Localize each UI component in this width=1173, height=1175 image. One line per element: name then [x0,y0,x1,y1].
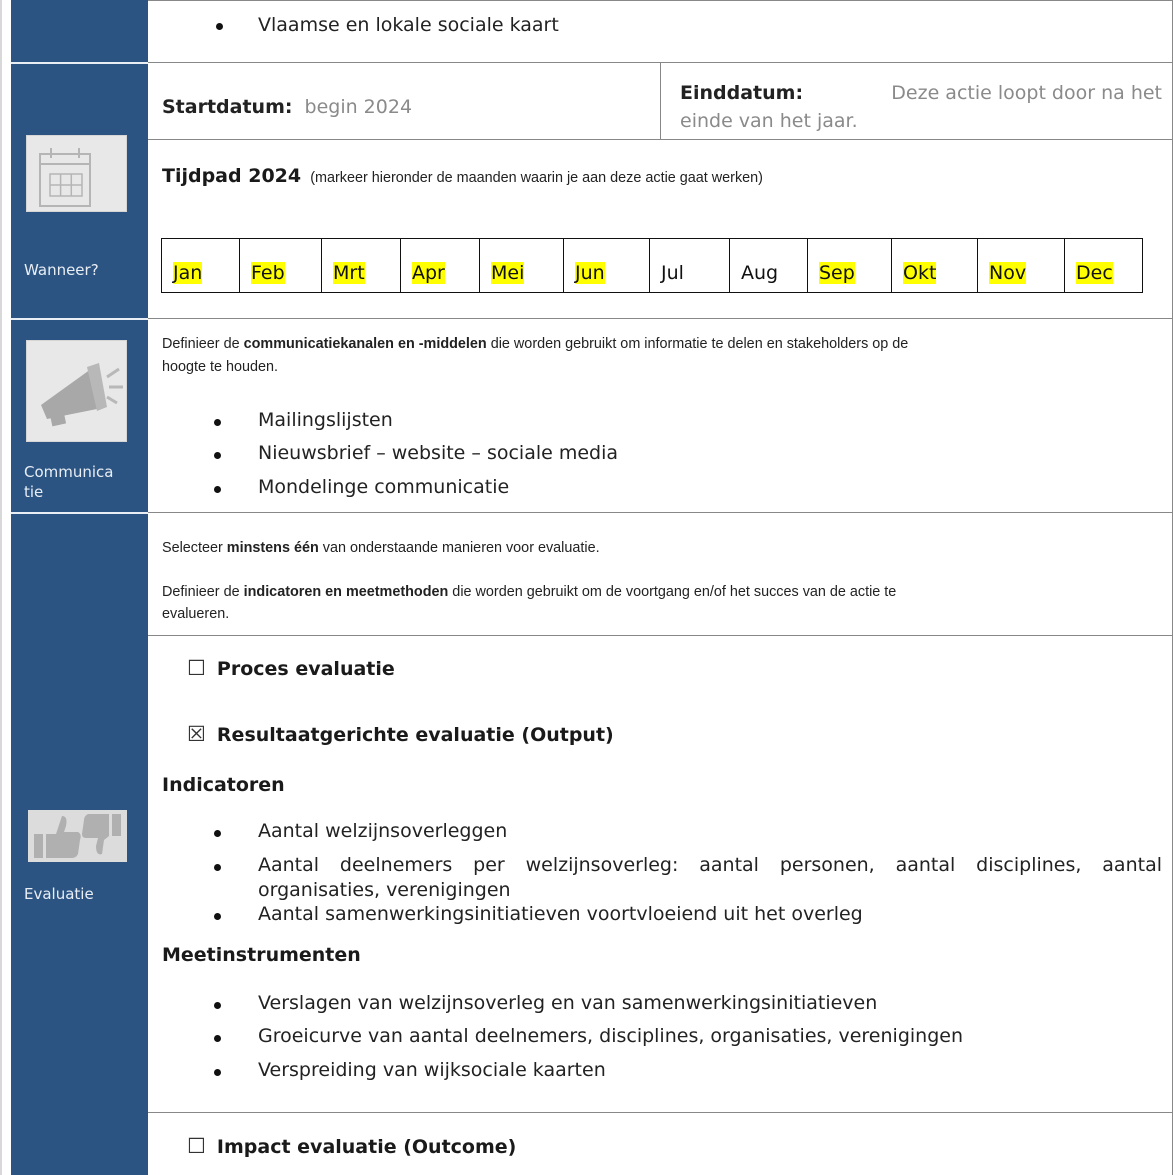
intro-bold: communicatiekanalen en -middelen [243,336,487,352]
indicator-item: Aantal samenwerkingsinitiatieven voortvl… [258,903,863,925]
row-border [148,318,1173,319]
bullet-dot [216,23,223,30]
bullet-dot [214,830,221,837]
proces-evaluatie-option[interactable]: ☐ Proces evaluatie [187,656,395,680]
evaluatie-define-text: Definieer de indicatoren en meetmethoden… [162,584,896,600]
end-date: Einddatum: Deze actie loopt door na het [680,82,1162,104]
month-cell-okt[interactable]: Okt [892,239,978,292]
select-bold: minstens één [226,540,319,556]
bullet-dot [214,419,221,426]
month-cell-nov[interactable]: Nov [978,239,1065,292]
communicatie-bullet: Nieuwsbrief – website – sociale media [258,442,619,464]
timeline-subtitle: (markeer hieronder de maanden waarin je … [310,170,763,186]
month-label: Jul [661,262,684,284]
sidebar-label-communicatie-line2: tie [24,483,44,501]
row-border [148,635,1173,636]
indicatoren-heading: Indicatoren [162,774,285,796]
date-divider [660,62,661,139]
meetinstrumenten-heading: Meetinstrumenten [162,944,361,966]
calendar-icon [26,135,127,212]
bullet-dot [214,864,221,871]
resultaat-evaluatie-option[interactable]: ☒ Resultaatgerichte evaluatie (Output) [187,722,614,746]
intro-text: die worden gebruikt om informatie te del… [486,336,909,352]
month-cell-sep[interactable]: Sep [808,239,892,292]
row-border [148,1112,1173,1113]
row-border [148,139,1173,140]
bullet-dot [214,1069,221,1076]
indicator-item: Aantal deelnemers per welzijnsoverleg: a… [258,854,1162,876]
select-text: van onderstaande manieren voor evaluatie… [318,540,600,556]
evaluatie-select-text: Selecteer minstens één van onderstaande … [162,540,600,556]
bullet-dot [214,913,221,920]
month-cell-jan[interactable]: Jan [162,239,240,292]
timeline-heading: Tijdpad 2024 (markeer hieronder de maand… [162,165,763,187]
communicatie-bullet: Mondelinge communicatie [258,476,510,498]
row-border [148,0,1173,1]
bullet-dot [214,1035,221,1042]
end-date-value-line2: einde van het jaar. [680,110,858,132]
bullet-dot [214,486,221,493]
select-text: Selecteer [162,540,227,556]
meetinstrument-item: Groeicurve van aantal deelnemers, discip… [258,1025,963,1047]
month-cell-jun[interactable]: Jun [564,239,650,292]
communicatie-intro: Definieer de communicatiekanalen en -mid… [162,336,908,352]
megaphone-icon [26,340,127,442]
timeline-title: Tijdpad 2024 [162,165,302,187]
evaluatie-define-line2: evalueren. [162,606,230,622]
resultaat-evaluatie-label: Resultaatgerichte evaluatie (Output) [216,724,614,746]
month-label: Nov [989,262,1027,284]
communicatie-bullet: Mailingslijsten [258,409,393,431]
month-label: Sep [819,262,855,284]
sidebar-separator [11,318,148,320]
sidebar-separator [11,62,148,64]
define-text: Definieer de [162,584,244,600]
month-label: Dec [1076,262,1113,284]
month-cell-aug[interactable]: Aug [730,239,808,292]
bullet-dot [214,452,221,459]
checkbox-unchecked-icon[interactable]: ☐ [187,1134,206,1158]
month-label: Apr [412,262,445,284]
page-edge [0,0,2,1175]
month-cell-feb[interactable]: Feb [240,239,322,292]
checkbox-unchecked-icon[interactable]: ☐ [187,656,206,680]
meetinstrument-item: Verspreiding van wijksociale kaarten [258,1059,606,1081]
start-date: Startdatum: begin 2024 [162,96,412,118]
month-label: Aug [741,262,779,284]
month-table: Jan Feb Mrt Apr Mei Jun Jul Aug Sep Okt … [161,238,1143,293]
top-bullet-text: Vlaamse en lokale sociale kaart [258,14,559,36]
indicator-item: Aantal welzijnsoverleggen [258,820,508,842]
start-date-label: Startdatum: [162,96,293,118]
bullet-dot [214,1002,221,1009]
month-cell-jul[interactable]: Jul [650,239,730,292]
thumbs-up-down-icon [26,810,127,862]
month-label: Jan [173,262,203,284]
checkbox-checked-icon[interactable]: ☒ [187,722,206,746]
row-border [148,512,1173,513]
impact-evaluatie-option[interactable]: ☐ Impact evaluatie (Outcome) [187,1134,516,1158]
indicator-item-continued: organisaties, verenigingen [258,879,511,901]
sidebar-separator [11,512,148,514]
sidebar-label-wanneer: Wanneer? [24,261,99,279]
end-date-value-line1: Deze actie loopt door na het [891,82,1162,104]
month-label: Mrt [333,262,365,284]
sidebar-label-communicatie-line1: Communica [24,463,114,481]
meetinstrument-item: Verslagen van welzijnsoverleg en van sam… [258,992,878,1014]
month-label: Mei [491,262,525,284]
end-date-label: Einddatum: [680,82,804,104]
start-date-value: begin 2024 [304,96,413,118]
month-cell-dec[interactable]: Dec [1065,239,1142,292]
intro-text: Definieer de [162,336,244,352]
proces-evaluatie-label: Proces evaluatie [216,658,395,680]
month-label: Okt [903,262,937,284]
month-label: Feb [251,262,285,284]
sidebar-label-evaluatie: Evaluatie [24,885,94,903]
month-cell-apr[interactable]: Apr [401,239,480,292]
month-label: Jun [575,262,605,284]
month-cell-mrt[interactable]: Mrt [322,239,401,292]
communicatie-intro-line2: hoogte te houden. [162,359,279,375]
define-bold: indicatoren en meetmethoden [243,584,449,600]
define-text: die worden gebruikt om de voortgang en/o… [448,584,897,600]
month-cell-mei[interactable]: Mei [480,239,564,292]
impact-evaluatie-label: Impact evaluatie (Outcome) [216,1136,517,1158]
